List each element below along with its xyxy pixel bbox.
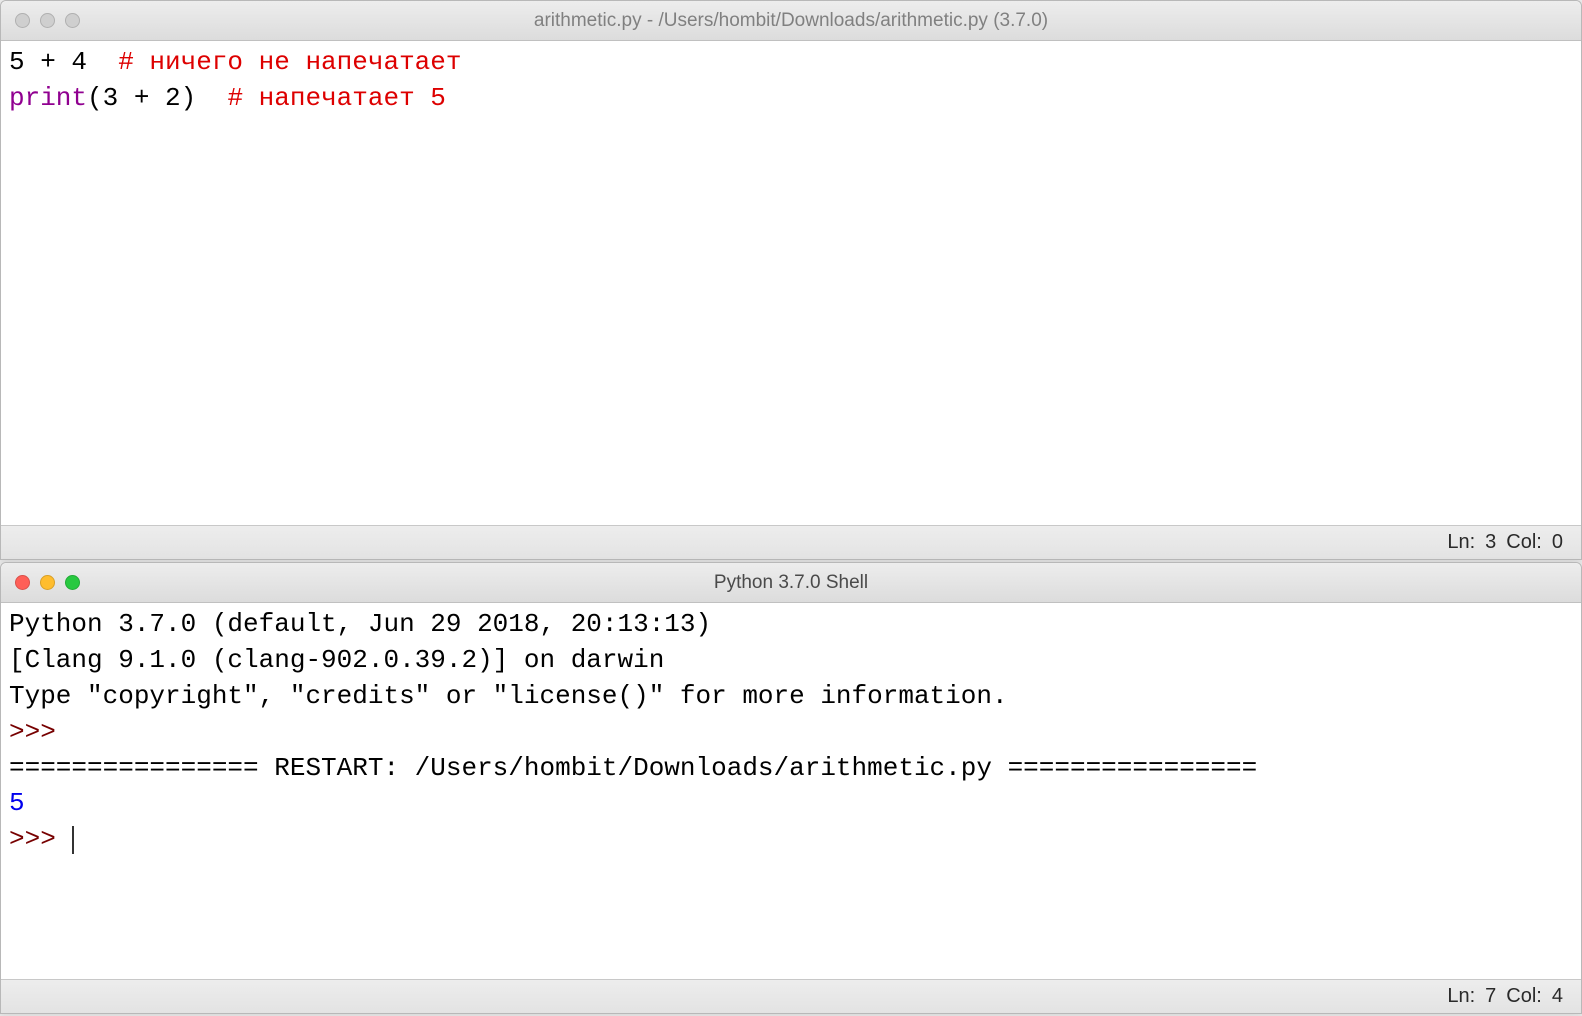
shell-prompt: >>> bbox=[9, 824, 71, 854]
line-label: Ln: bbox=[1447, 985, 1475, 1008]
col-number: 0 bbox=[1552, 531, 1563, 554]
line-number: 7 bbox=[1485, 985, 1496, 1008]
editor-window: arithmetic.py - /Users/hombit/Downloads/… bbox=[0, 0, 1582, 560]
code-token: 5 + 4 bbox=[9, 47, 118, 77]
shell-textarea[interactable]: Python 3.7.0 (default, Jun 29 2018, 20:1… bbox=[1, 603, 1581, 979]
close-icon[interactable] bbox=[15, 13, 30, 28]
editor-titlebar[interactable]: arithmetic.py - /Users/hombit/Downloads/… bbox=[1, 1, 1581, 41]
comment-token: # напечатает 5 bbox=[227, 83, 445, 113]
shell-traffic-lights bbox=[15, 575, 80, 590]
function-token: print bbox=[9, 83, 87, 113]
line-label: Ln: bbox=[1447, 531, 1475, 554]
maximize-icon[interactable] bbox=[65, 13, 80, 28]
shell-titlebar[interactable]: Python 3.7.0 Shell bbox=[1, 563, 1581, 603]
col-number: 4 bbox=[1552, 985, 1563, 1008]
minimize-icon[interactable] bbox=[40, 575, 55, 590]
editor-textarea[interactable]: 5 + 4 # ничего не напечатает print(3 + 2… bbox=[1, 41, 1581, 525]
minimize-icon[interactable] bbox=[40, 13, 55, 28]
editor-title: arithmetic.py - /Users/hombit/Downloads/… bbox=[13, 10, 1569, 32]
shell-window: Python 3.7.0 Shell Python 3.7.0 (default… bbox=[0, 562, 1582, 1014]
shell-banner: Python 3.7.0 (default, Jun 29 2018, 20:1… bbox=[9, 609, 727, 639]
close-icon[interactable] bbox=[15, 575, 30, 590]
code-token: (3 + 2) bbox=[87, 83, 227, 113]
line-number: 3 bbox=[1485, 531, 1496, 554]
shell-prompt: >>> bbox=[9, 717, 71, 747]
maximize-icon[interactable] bbox=[65, 575, 80, 590]
editor-traffic-lights bbox=[15, 13, 80, 28]
col-label: Col: bbox=[1506, 985, 1542, 1008]
comment-token: # ничего не напечатает bbox=[118, 47, 461, 77]
shell-banner: Type "copyright", "credits" or "license(… bbox=[9, 681, 1008, 711]
shell-title: Python 3.7.0 Shell bbox=[13, 572, 1569, 594]
editor-statusbar: Ln: 3 Col: 0 bbox=[1, 525, 1581, 559]
col-label: Col: bbox=[1506, 531, 1542, 554]
shell-banner: [Clang 9.1.0 (clang-902.0.39.2)] on darw… bbox=[9, 645, 664, 675]
shell-restart-line: ================ RESTART: /Users/hombit/… bbox=[9, 753, 1257, 783]
shell-output: 5 bbox=[9, 788, 25, 818]
text-cursor-icon bbox=[72, 826, 74, 855]
shell-statusbar: Ln: 7 Col: 4 bbox=[1, 979, 1581, 1013]
